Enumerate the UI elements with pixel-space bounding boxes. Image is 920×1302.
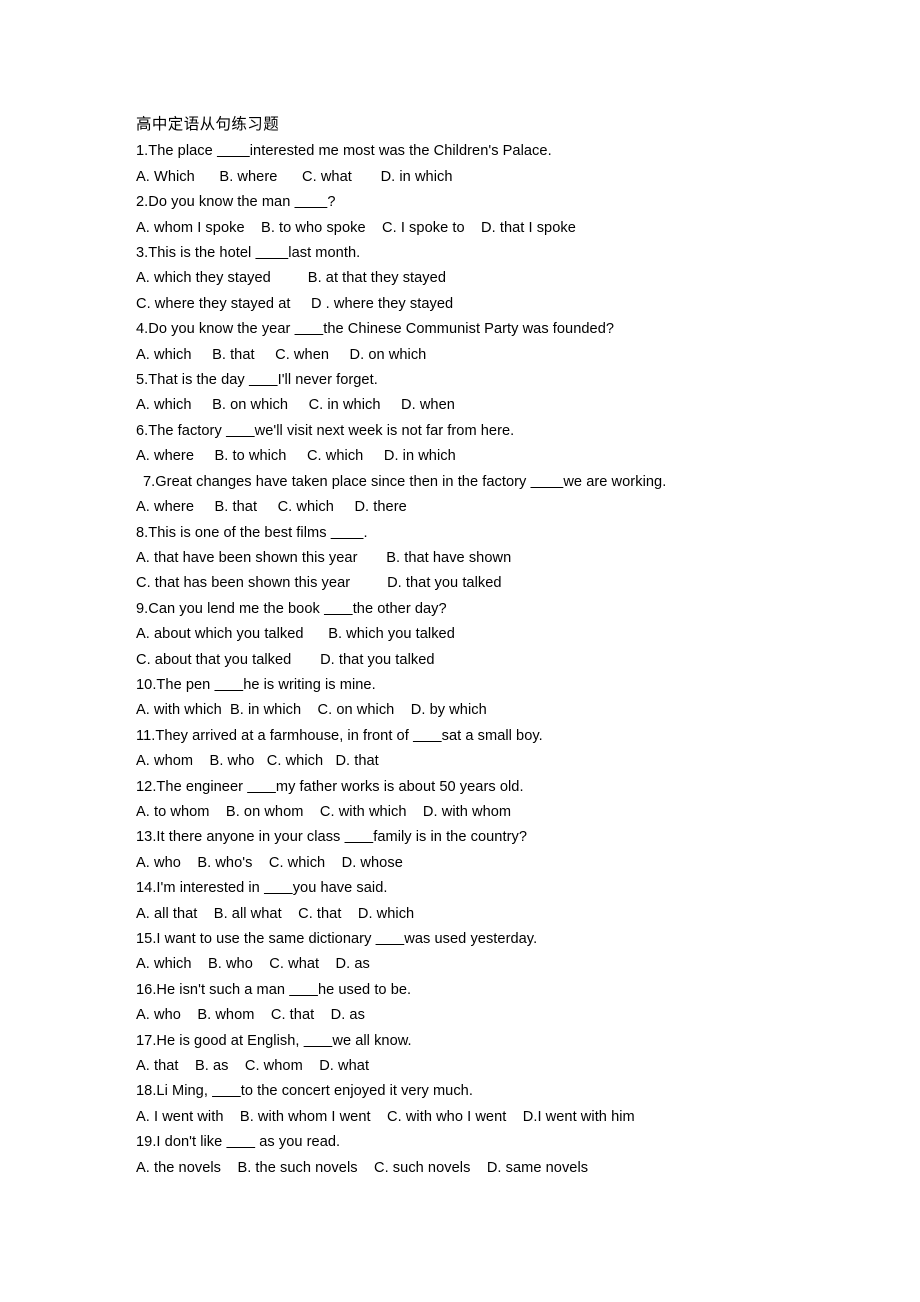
question-line: 12.The engineer my father works is about… <box>136 778 524 795</box>
question-line: 11.They arrived at a farmhouse, in front… <box>136 727 543 744</box>
question-line: 15.I want to use the same dictionary was… <box>136 931 538 947</box>
question-line: 16.He isn't such a man he used to be. <box>136 981 412 998</box>
options-line: A. which B. who C. what D. as <box>136 956 370 973</box>
options-line: A. which B. that C. when D. on which <box>136 346 427 363</box>
question-line: 2.Do you know the man ? <box>136 194 336 211</box>
fill-in-blank <box>264 880 293 896</box>
fill-in-blank <box>413 728 442 744</box>
options-line: A. where B. that C. which D. there <box>136 499 407 516</box>
fill-in-blank <box>331 525 364 541</box>
options-line: A. that have been shown this year B. tha… <box>136 549 512 566</box>
fill-in-blank <box>217 143 250 159</box>
question-line: 1.The place interested me most was the C… <box>136 143 552 160</box>
options-line: A. who B. whom C. that D. as <box>136 1007 365 1024</box>
fill-in-blank <box>304 1033 333 1049</box>
options-line: A. whom B. who C. which D. that <box>136 753 379 770</box>
options-line: A. to whom B. on whom C. with which D. w… <box>136 803 512 820</box>
question-line: 8.This is one of the best films . <box>136 524 368 541</box>
question-line: 18.Li Ming, to the concert enjoyed it ve… <box>136 1083 473 1100</box>
options-line: A. with which B. in which C. on which D.… <box>136 702 487 719</box>
question-line: 3.This is the hotel last month. <box>136 245 361 262</box>
options-line: A. whom I spoke B. to who spoke C. I spo… <box>136 219 576 236</box>
fill-in-blank <box>531 474 564 490</box>
question-line: 4.Do you know the year the Chinese Commu… <box>136 321 615 338</box>
fill-in-blank <box>289 982 318 998</box>
options-line: A. who B. who's C. which D. whose <box>136 854 403 871</box>
fill-in-blank <box>295 321 324 337</box>
options-line: A. that B. as C. whom D. what <box>136 1058 370 1075</box>
fill-in-blank <box>376 931 405 947</box>
exercise-list: 1.The place interested me most was the C… <box>136 139 920 1181</box>
fill-in-blank <box>226 1134 255 1150</box>
question-line: 7.Great changes have taken place since t… <box>143 473 667 490</box>
options-line: A. Which B. where C. what D. in which <box>136 168 453 185</box>
question-line: 14.I'm interested in you have said. <box>136 880 388 897</box>
options-line: A. about which you talked B. which you t… <box>136 626 455 643</box>
options-line: A. all that B. all what C. that D. which <box>136 905 415 922</box>
options-line: C. about that you talked D. that you tal… <box>136 651 435 668</box>
fill-in-blank <box>249 372 278 388</box>
fill-in-blank <box>226 423 255 439</box>
options-line: A. I went with B. with whom I went C. wi… <box>136 1108 635 1125</box>
page-title: 高中定语从句练习题 <box>136 116 280 133</box>
fill-in-blank <box>212 1083 241 1099</box>
options-line: A. the novels B. the such novels C. such… <box>136 1159 589 1176</box>
options-line: A. which they stayed B. at that they sta… <box>136 270 446 287</box>
options-line: A. which B. on which C. in which D. when <box>136 397 455 414</box>
fill-in-blank <box>247 779 276 795</box>
fill-in-blank <box>255 245 288 261</box>
fill-in-blank <box>294 194 327 210</box>
question-line: 10.The pen he is writing is mine. <box>136 676 376 693</box>
options-line: A. where B. to which C. which D. in whic… <box>136 448 456 465</box>
fill-in-blank <box>345 829 374 845</box>
document-page: 高中定语从句练习题 1.The place interested me most… <box>0 0 920 1302</box>
fill-in-blank <box>214 677 243 693</box>
question-line: 19.I don't like as you read. <box>136 1134 341 1151</box>
question-line: 5.That is the day I'll never forget. <box>136 372 378 389</box>
options-line: C. that has been shown this year D. that… <box>136 575 502 592</box>
fill-in-blank <box>324 601 353 617</box>
question-line: 13.It there anyone in your class family … <box>136 829 527 846</box>
options-line: C. where they stayed at D . where they s… <box>136 295 454 312</box>
question-line: 9.Can you lend me the book the other day… <box>136 600 447 617</box>
question-line: 6.The factory we'll visit next week is n… <box>136 422 515 439</box>
question-line: 17.He is good at English, we all know. <box>136 1032 412 1049</box>
